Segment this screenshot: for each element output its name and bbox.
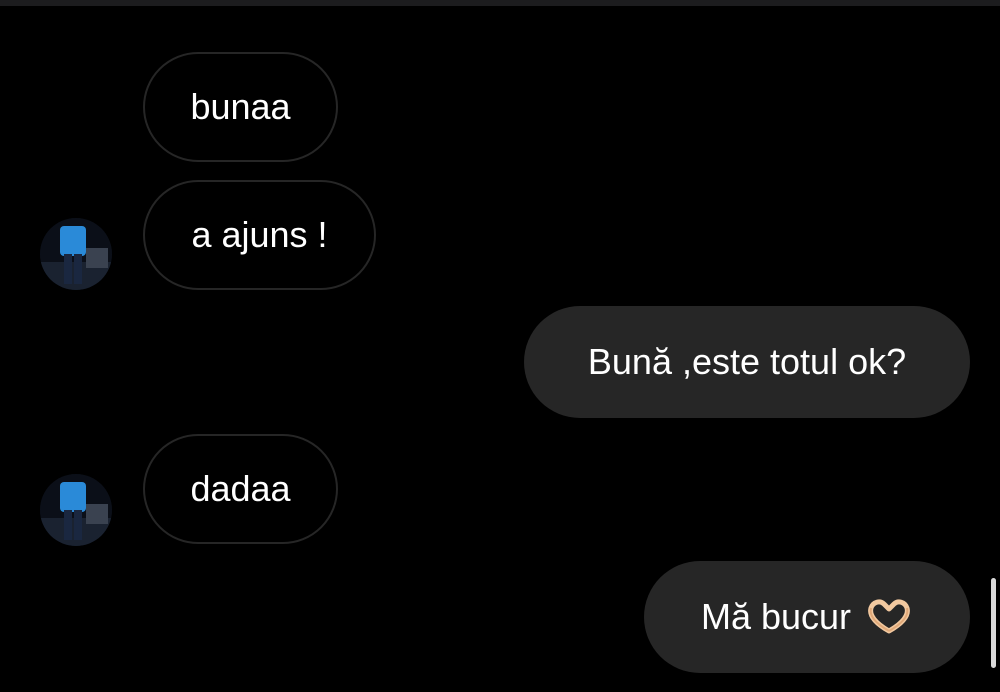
message-text: dadaa	[190, 468, 291, 509]
top-divider	[0, 0, 1000, 6]
avatar-photo	[40, 218, 112, 290]
message-text: bunaa	[190, 86, 291, 127]
message-text: Mă bucur	[700, 596, 852, 637]
contact-avatar[interactable]	[40, 474, 112, 546]
avatar-photo	[40, 474, 112, 546]
outgoing-message-bubble[interactable]: Bună ,este totul ok?	[524, 306, 970, 418]
message-text: a ajuns !	[191, 214, 328, 255]
scrollbar[interactable]	[991, 578, 996, 668]
incoming-message-bubble[interactable]: bunaa	[143, 52, 338, 162]
message-text: Bună ,este totul ok?	[587, 341, 907, 382]
contact-avatar[interactable]	[40, 218, 112, 290]
heart-hands-icon	[865, 599, 913, 635]
incoming-message-bubble[interactable]: a ajuns !	[143, 180, 376, 290]
outgoing-message-bubble[interactable]: Mă bucur	[644, 561, 970, 673]
incoming-message-bubble[interactable]: dadaa	[143, 434, 338, 544]
